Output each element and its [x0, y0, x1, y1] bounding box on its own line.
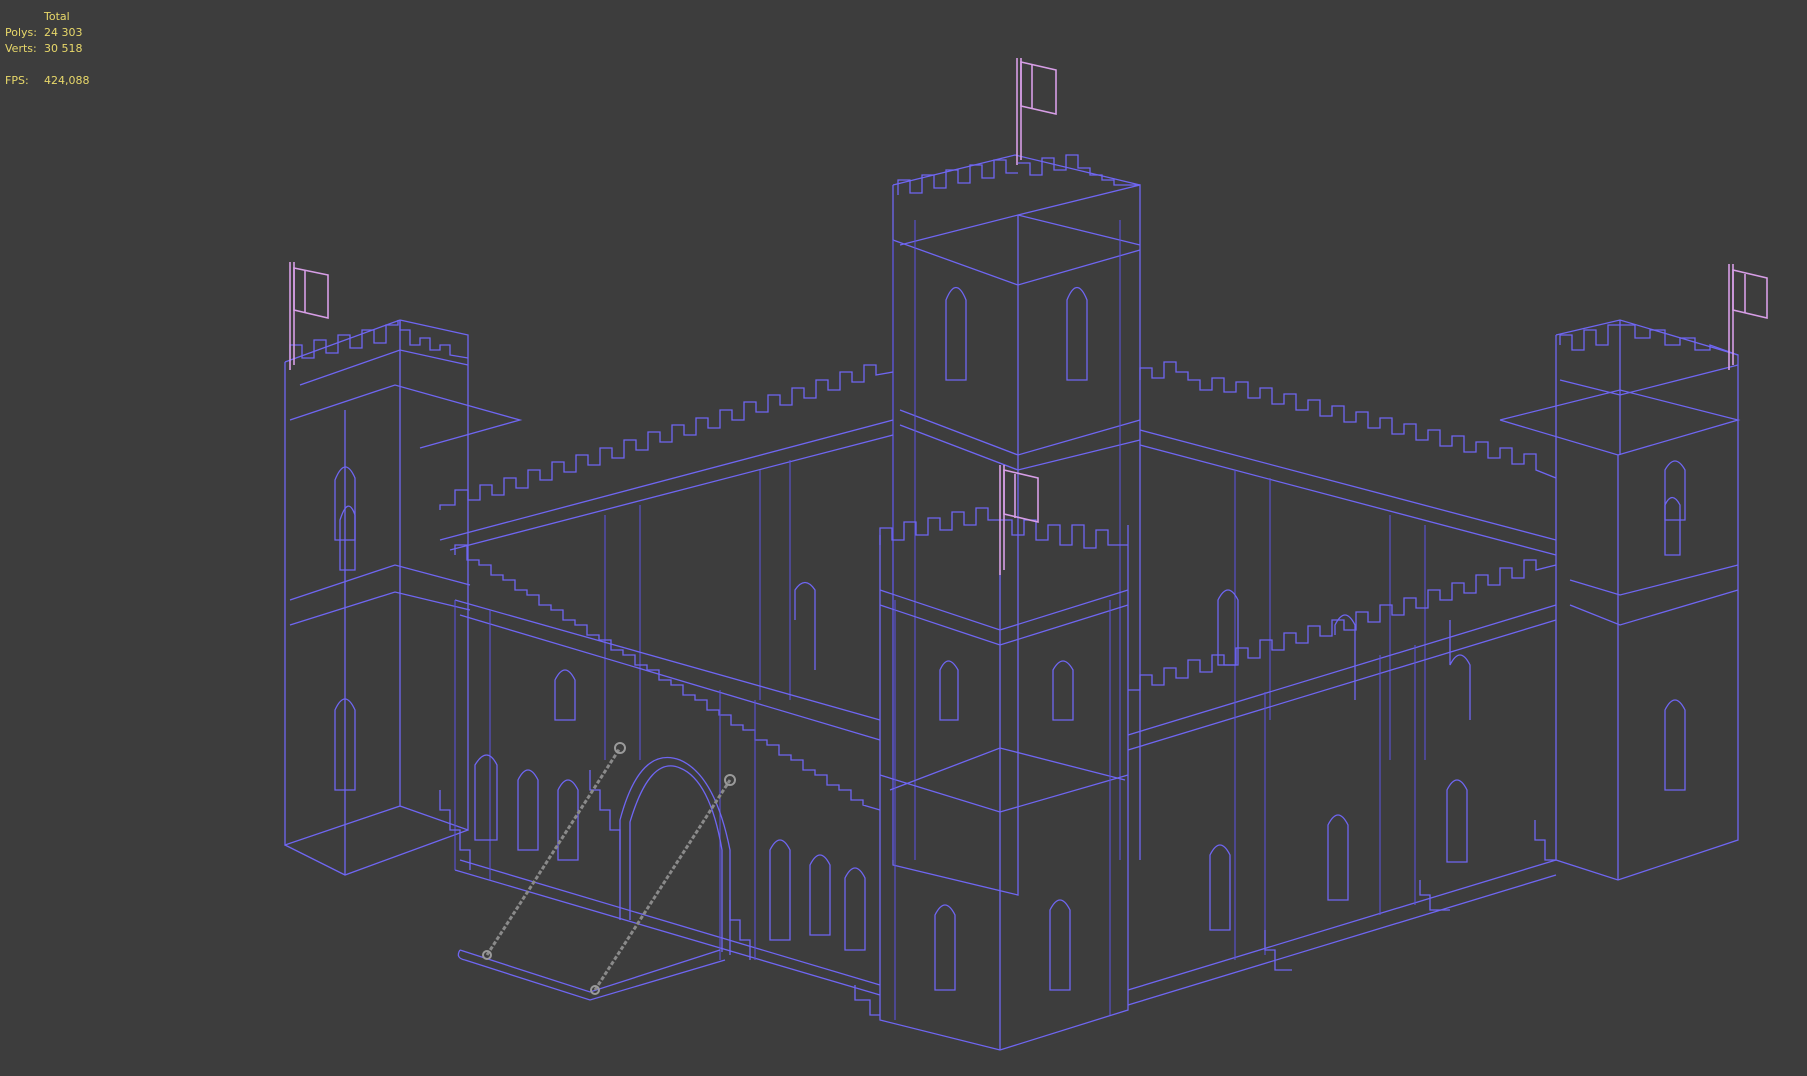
back-walls	[439, 361, 1557, 760]
stats-spacer	[5, 9, 44, 25]
left-tower	[284, 319, 523, 876]
verts-value: 30 518	[44, 42, 83, 55]
polys-value: 24 303	[44, 26, 83, 39]
viewport-3d[interactable]: Total Polys: 24 303 Verts: 30 518 FPS: 4…	[0, 0, 1807, 1076]
fps-value: 424,088	[44, 74, 90, 87]
flag-icon	[1016, 58, 1057, 165]
stats-header: Total	[44, 10, 70, 23]
front-tower	[854, 507, 1129, 1051]
gate	[457, 756, 731, 1001]
verts-label: Verts:	[5, 42, 37, 55]
central-tower	[892, 154, 1141, 896]
viewport-statistics: Total Polys: 24 303 Verts: 30 518 FPS: 4…	[5, 9, 90, 89]
polys-label: Polys:	[5, 26, 37, 39]
front-right-wall	[1127, 559, 1557, 1006]
fps-label: FPS:	[5, 74, 29, 87]
right-tower	[1499, 319, 1741, 881]
castle-wireframe-model[interactable]	[0, 0, 1807, 1076]
